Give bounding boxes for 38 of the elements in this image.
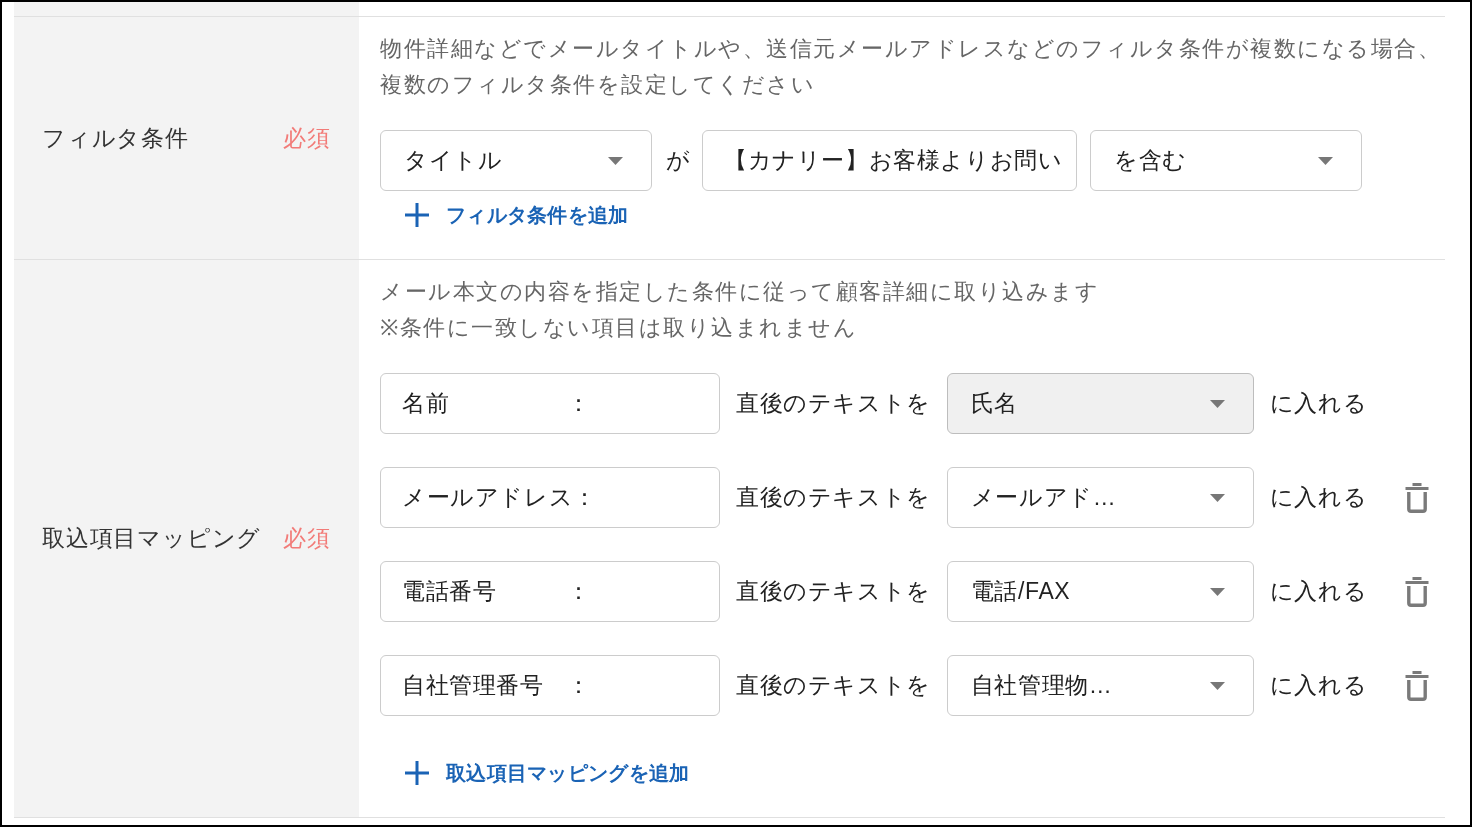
suffix-text: に入れる (1269, 671, 1368, 701)
caret-icon (1209, 399, 1225, 408)
caret-icon (1209, 681, 1225, 690)
connector-text: が (666, 146, 690, 176)
caret-icon (608, 156, 623, 165)
text-field[interactable]: 【カナリー】お客様よりお問い (702, 130, 1077, 191)
required-label: 必須 (283, 524, 331, 554)
trash-icon[interactable] (1405, 482, 1430, 513)
required-label: 必須 (283, 123, 331, 153)
keyword-field[interactable]: メールアドレス： (380, 467, 720, 528)
dropdown-select[interactable]: を含む (1090, 130, 1362, 191)
description-text: 物件詳細などでメールタイトルや、送信元メールアドレスなどのフィルタ条件が複数になる場合、 複数のフィルタ条件を設定してください (380, 35, 1441, 99)
dropdown-select[interactable]: タイトル (380, 130, 652, 191)
description-text: メール本文の内容を指定した条件に従って顧客詳細に取り込みます ※条件に一致しない項目は取り込まれません (380, 278, 1099, 342)
keyword-field[interactable]: 名前 ： (380, 373, 720, 434)
caret-icon (1209, 587, 1225, 596)
plus-icon (405, 761, 429, 785)
instruction-text: 直後のテキストを (736, 483, 931, 513)
caret-icon (1318, 156, 1333, 165)
dropdown-select[interactable]: メールアド… (946, 467, 1254, 528)
instruction-text: 直後のテキストを (736, 577, 931, 607)
keyword-field[interactable]: 自社管理番号 ： (380, 655, 720, 716)
suffix-text: に入れる (1269, 577, 1368, 607)
suffix-text: に入れる (1269, 389, 1368, 419)
dropdown-select[interactable]: 自社管理物… (946, 655, 1254, 716)
instruction-text: 直後のテキストを (736, 671, 931, 701)
field-label: フィルタ条件 (42, 123, 189, 153)
add-link[interactable]: フィルタ条件を追加 (405, 201, 629, 229)
trash-icon[interactable] (1405, 670, 1430, 701)
field-label: 取込項目マッピング (42, 524, 262, 554)
suffix-text: に入れる (1269, 483, 1368, 513)
add-link[interactable]: 取込項目マッピングを追加 (405, 759, 690, 787)
keyword-field[interactable]: 電話番号 ： (380, 561, 720, 622)
instruction-text: 直後のテキストを (736, 389, 931, 419)
plus-icon (405, 203, 429, 227)
trash-icon[interactable] (1405, 576, 1430, 607)
dropdown-select[interactable]: 電話/FAX (946, 561, 1254, 622)
caret-icon (1209, 493, 1225, 502)
